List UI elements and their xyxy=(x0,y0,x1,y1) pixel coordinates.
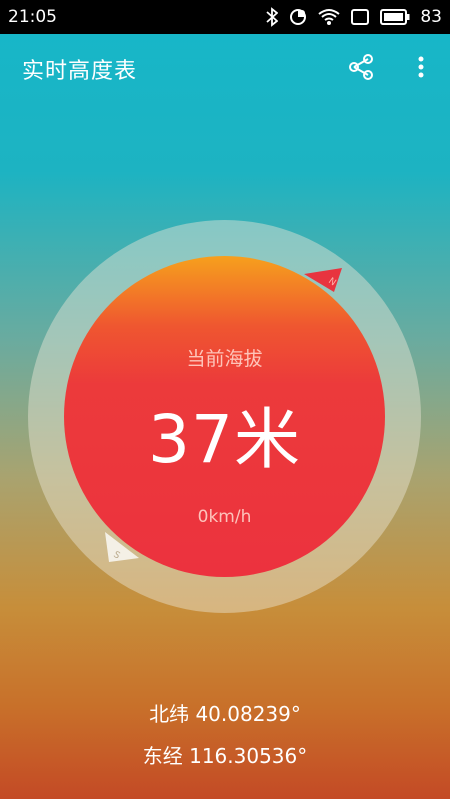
battery-level: 83 xyxy=(420,7,442,27)
more-vert-icon xyxy=(418,56,424,82)
longitude-text: 东经 116.30536° xyxy=(142,744,308,768)
bluetooth-icon xyxy=(266,7,279,27)
status-bar: 21:05 83 xyxy=(0,0,450,34)
battery-icon xyxy=(380,8,410,26)
more-options-button[interactable] xyxy=(408,52,434,86)
sim-icon xyxy=(350,8,370,26)
app-title: 实时高度表 xyxy=(22,59,138,84)
status-time: 21:05 xyxy=(8,7,57,27)
speed-value: 0km/h xyxy=(197,507,252,527)
altitude-dial: 当前海拔 37米 0km/h xyxy=(64,256,385,577)
altitude-caption: 当前海拔 xyxy=(186,348,263,370)
app-toolbar: 实时高度表 xyxy=(0,34,450,102)
compass-south-marker: S xyxy=(105,532,139,562)
status-icons: 83 xyxy=(266,7,442,27)
altimeter-screen: 实时高度表 当前海拔 37米 0km/h N S 北纬 40.08239° 东经… xyxy=(0,34,450,799)
share-icon xyxy=(346,52,376,86)
data-sync-icon xyxy=(288,7,308,27)
share-button[interactable] xyxy=(344,52,378,86)
wifi-icon xyxy=(318,8,340,26)
compass-north-marker: N xyxy=(304,268,342,292)
latitude-text: 北纬 40.08239° xyxy=(149,702,301,726)
altitude-value: 37米 xyxy=(148,401,301,478)
